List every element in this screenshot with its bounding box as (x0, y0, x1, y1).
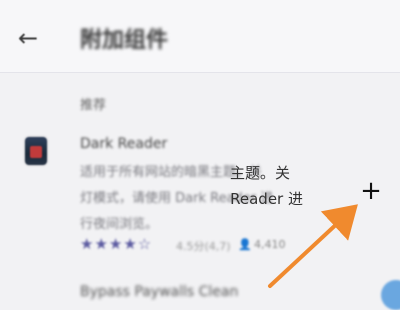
users-count: 4,410 (254, 238, 286, 251)
page-title: 附加组件 (80, 28, 169, 53)
user-icon: 👤 (238, 238, 252, 251)
rating-text: 4.5分(4,7) (176, 240, 231, 253)
dark-reader-icon[interactable] (25, 137, 47, 165)
extension-name[interactable]: Dark Reader (80, 136, 167, 152)
list-item[interactable]: Bypass Paywalls Clean (80, 284, 238, 300)
add-extension-button[interactable]: + (358, 178, 384, 204)
extension-description: 适用于所有网站的暗黑主题。关 灯模式，请使用 Dark Reader 进 行夜间… (230, 164, 303, 208)
top-app-bar: ← 附加组件 (0, 0, 400, 73)
scroll-up-button[interactable] (381, 280, 400, 310)
star-rating: ★★★★☆ (80, 235, 153, 253)
arrow-left-icon[interactable]: ← (18, 24, 50, 52)
section-title-recommended: 推荐 (80, 98, 107, 113)
